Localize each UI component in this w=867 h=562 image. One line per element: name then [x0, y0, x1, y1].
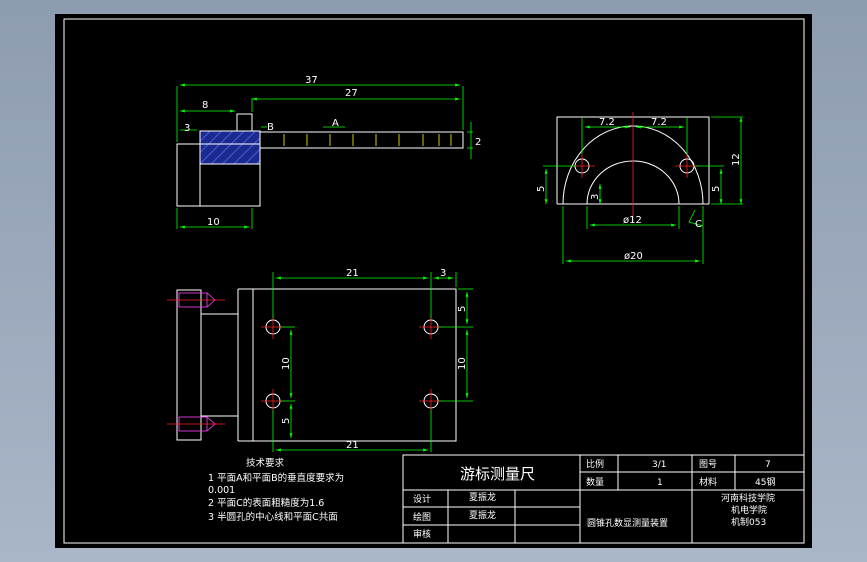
dim-left-h: 5: [536, 186, 547, 192]
notes-title: 技术要求: [246, 457, 285, 469]
class-name: 机制053: [731, 516, 766, 528]
notes-line: 1 平面A和平面B的垂直度要求为: [208, 472, 344, 484]
scale-label: 比例: [586, 458, 604, 470]
material-label: 材料: [699, 476, 717, 488]
qty-value: 1: [657, 478, 663, 488]
technical-notes: 技术要求 1 平面A和平面B的垂直度要求为 0.001 2 平面C的表面粗糙度为…: [208, 457, 344, 523]
dim-overall: 37: [305, 75, 318, 86]
dim-left-half: 7.2: [599, 117, 615, 128]
label-plane-c: C: [695, 219, 702, 230]
title-block: 游标测量尺 比例 3/1 图号 7 数量 1 材料 45钢 设计 夏振龙 绘图 …: [402, 454, 805, 544]
scale-value: 3/1: [652, 460, 666, 470]
qty-label: 数量: [586, 476, 604, 488]
drawing-sheet: 37 27 8 3 10 2 B A 7.2 7.2 12 5 5 3 ø12 …: [55, 14, 812, 548]
dim-thickness: 2: [475, 137, 481, 148]
dim-plan-left-bottom: 5: [281, 418, 292, 424]
dim-plan-top-right: 3: [440, 268, 446, 279]
sheet-value: 7: [765, 460, 771, 470]
screw-bottom: [167, 416, 225, 432]
screw-top: [167, 292, 225, 308]
dim-plan-bottom: 21: [346, 440, 359, 451]
drawing-name: 游标测量尺: [460, 465, 535, 483]
design-name: 夏振龙: [469, 491, 496, 503]
cad-drawing: 37 27 8 3 10 2 B A 7.2 7.2 12 5 5 3 ø12 …: [63, 18, 805, 544]
dim-right-span: 27: [345, 88, 358, 99]
dim-plan-left-mid: 10: [281, 357, 292, 370]
dim-right-h: 5: [711, 186, 722, 192]
dim-plan-right-mid: 10: [457, 357, 468, 370]
notes-line: 0.001: [208, 485, 235, 496]
material-value: 45钢: [755, 476, 775, 488]
sheet-label: 图号: [699, 459, 717, 470]
dim-left-span: 8: [202, 100, 208, 111]
dim-right-half: 7.2: [651, 117, 667, 128]
dim-outer-dia: ø20: [624, 251, 643, 262]
label-plane-b: B: [267, 122, 274, 133]
notes-line: 2 平面C的表面粗糙度为1.6: [208, 497, 324, 509]
design-label: 设计: [413, 493, 431, 505]
dim-height: 12: [731, 153, 742, 166]
school-name: 河南科技学院: [721, 492, 775, 504]
front-view: 37 27 8 3 10 2 B A: [176, 75, 481, 229]
dim-plan-top: 21: [346, 268, 359, 279]
review-label: 审核: [413, 528, 431, 540]
front-hatched-block: [199, 130, 261, 165]
project-name: 圆锥孔数显测量装置: [587, 517, 668, 529]
plan-view: 21 3 21 5 10 10 5: [167, 268, 473, 452]
dim-small: 3: [590, 194, 601, 200]
drawn-label: 绘图: [413, 511, 431, 523]
dim-step: 3: [184, 123, 190, 134]
drawn-name: 夏振龙: [469, 509, 496, 521]
inner-border: [63, 18, 805, 544]
plan-side-bar: [176, 289, 202, 441]
notes-line: 3 半圆孔的中心线和平面C共面: [208, 511, 338, 523]
front-scale-bar: [259, 131, 464, 149]
label-plane-a: A: [332, 118, 339, 129]
dim-bottom: 10: [207, 217, 220, 228]
college-name: 机电学院: [731, 504, 767, 516]
dim-plan-right-top: 5: [457, 306, 468, 312]
dim-inner-dia: ø12: [623, 215, 642, 226]
side-view: 7.2 7.2 12 5 5 3 ø12 ø20 C: [536, 112, 743, 264]
